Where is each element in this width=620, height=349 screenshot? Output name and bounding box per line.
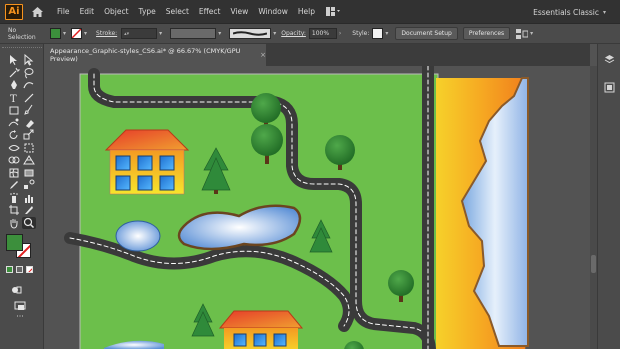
screen-mode-icon[interactable]: [14, 296, 26, 310]
stroke-dropdown-icon[interactable]: ▾: [84, 30, 87, 37]
opacity-field[interactable]: 100%: [308, 28, 337, 39]
fill-swatch[interactable]: [50, 28, 61, 39]
workspace-switcher[interactable]: Essentials Classic ▾: [533, 0, 606, 24]
menu-file[interactable]: File: [52, 7, 75, 16]
layers-icon[interactable]: [602, 52, 617, 67]
menu-select[interactable]: Select: [161, 7, 194, 16]
color-mode-buttons[interactable]: [6, 266, 33, 273]
style-label: Style:: [352, 30, 370, 37]
shape-builder-tool-icon[interactable]: [7, 154, 21, 166]
stroke-weight-dropdown-icon[interactable]: ▾: [159, 30, 162, 37]
fill-indicator[interactable]: [6, 234, 23, 251]
panel-dock: [597, 44, 620, 349]
magic-wand-tool-icon[interactable]: [7, 67, 21, 79]
illustrator-window: Ai File Edit Object Type Select Effect V…: [0, 0, 620, 349]
free-transform-tool-icon[interactable]: [22, 142, 36, 154]
style-dropdown-icon[interactable]: ▾: [385, 30, 388, 37]
selection-status: No Selection: [8, 26, 36, 41]
preferences-button[interactable]: Preferences: [462, 27, 511, 40]
selection-tool-icon[interactable]: [7, 54, 21, 66]
menu-window[interactable]: Window: [253, 7, 293, 16]
shaper-tool-icon[interactable]: [7, 117, 21, 129]
stroke-label: Stroke:: [96, 30, 118, 37]
edit-toolbar-icon[interactable]: ···: [14, 312, 26, 322]
symbol-sprayer-tool-icon[interactable]: [7, 192, 21, 204]
direct-selection-tool-icon[interactable]: [22, 54, 36, 66]
pen-tool-icon[interactable]: [7, 79, 21, 91]
paintbrush-tool-icon[interactable]: [22, 104, 36, 116]
scale-tool-icon[interactable]: [22, 129, 36, 141]
artwork: [64, 66, 529, 349]
perspective-grid-tool-icon[interactable]: [22, 154, 36, 166]
fill-dropdown-icon[interactable]: ▾: [63, 30, 66, 37]
rotate-tool-icon[interactable]: [7, 129, 21, 141]
opacity-value: 100%: [311, 30, 330, 37]
house: [218, 310, 304, 349]
graphic-style-swatch[interactable]: [372, 28, 384, 39]
menu-type[interactable]: Type: [134, 7, 161, 16]
document-title: Appearance_Graphic-styles_CS6.ai* @ 66.6…: [50, 47, 241, 63]
menu-bar: Ai File Edit Object Type Select Effect V…: [0, 0, 620, 24]
house: [104, 129, 190, 195]
zoom-tool-icon[interactable]: [22, 216, 36, 229]
profile-dropdown-icon[interactable]: ▾: [218, 30, 221, 37]
arrange-icon[interactable]: [516, 28, 529, 39]
menu-view[interactable]: View: [226, 7, 254, 16]
none-mode-icon[interactable]: [26, 266, 33, 273]
workspace-label: Essentials Classic: [533, 7, 599, 17]
menu-help[interactable]: Help: [293, 7, 320, 16]
blend-tool-icon[interactable]: [22, 179, 36, 191]
line-segment-tool-icon[interactable]: [22, 92, 36, 104]
menu-edit[interactable]: Edit: [75, 7, 100, 16]
document-setup-button[interactable]: Document Setup: [395, 27, 458, 40]
control-bar: No Selection ▾ ▾ Stroke: ▴▾ ▾ ▾ ▾ Opacit…: [0, 24, 620, 44]
scrollbar-thumb[interactable]: [591, 255, 596, 273]
rectangle-tool-icon[interactable]: [7, 104, 21, 116]
vertical-scrollbar[interactable]: [590, 66, 597, 349]
brush-dropdown-icon[interactable]: ▾: [273, 30, 276, 37]
arrange-documents-icon[interactable]: [326, 7, 340, 17]
close-icon[interactable]: ×: [260, 51, 266, 59]
home-icon[interactable]: [28, 3, 46, 21]
stroke-weight-field[interactable]: ▴▾: [121, 28, 158, 39]
brush-definition[interactable]: [229, 28, 272, 39]
svg-text:T: T: [10, 94, 17, 104]
stroke-swatch[interactable]: [71, 28, 83, 39]
eyedropper-tool-icon[interactable]: [7, 179, 21, 191]
pond: [115, 220, 161, 252]
variable-width-profile[interactable]: [170, 28, 217, 39]
slice-tool-icon[interactable]: [22, 204, 36, 216]
document-tab[interactable]: Appearance_Graphic-styles_CS6.ai* @ 66.6…: [44, 44, 266, 66]
opacity-dropdown-icon[interactable]: ›: [339, 30, 341, 37]
fill-stroke-widget[interactable]: [6, 234, 34, 260]
column-graph-tool-icon[interactable]: [22, 192, 36, 204]
width-tool-icon[interactable]: [7, 142, 21, 154]
gradient-tool-icon[interactable]: [22, 167, 36, 179]
lasso-tool-icon[interactable]: [22, 67, 36, 79]
tools-panel: T ···: [0, 44, 44, 349]
gradient-mode-icon[interactable]: [16, 266, 23, 273]
curvature-tool-icon[interactable]: [22, 79, 36, 91]
color-mode-icon[interactable]: [6, 266, 13, 273]
menu-object[interactable]: Object: [99, 7, 133, 16]
libraries-icon[interactable]: [602, 80, 617, 95]
artboard-canvas[interactable]: [44, 66, 590, 349]
opacity-label[interactable]: Opacity:: [278, 30, 309, 37]
eraser-tool-icon[interactable]: [22, 117, 36, 129]
menu-effect[interactable]: Effect: [194, 7, 226, 16]
document-tab-bar: Appearance_Graphic-styles_CS6.ai* @ 66.6…: [44, 44, 590, 66]
chevron-down-icon: ▾: [602, 8, 606, 16]
artboard-tool-icon[interactable]: [7, 204, 21, 216]
draw-mode-icon[interactable]: [10, 280, 22, 294]
mesh-tool-icon[interactable]: [7, 167, 21, 179]
app-logo: Ai: [5, 3, 23, 20]
type-tool-icon[interactable]: T: [7, 92, 21, 104]
panel-grip[interactable]: [2, 47, 42, 50]
hand-tool-icon[interactable]: [7, 217, 21, 229]
arrange-dropdown-icon[interactable]: ▾: [530, 30, 533, 37]
